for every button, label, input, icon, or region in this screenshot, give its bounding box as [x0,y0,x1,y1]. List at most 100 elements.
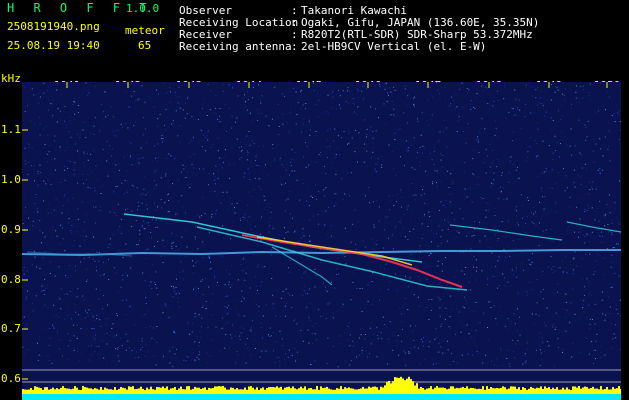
noise-speckle [60,308,62,310]
noise-speckle [453,360,455,362]
noise-speckle [175,287,177,288]
noise-speckle [136,244,137,246]
noise-speckle [258,306,260,308]
signal-level-bar [266,388,268,394]
noise-speckle [569,145,571,147]
noise-speckle [526,290,528,292]
noise-speckle [481,85,483,87]
noise-speckle [418,305,420,307]
noise-speckle [247,191,249,193]
noise-speckle [236,351,238,352]
noise-speckle [603,217,605,219]
noise-speckle [551,188,553,189]
noise-speckle [530,112,532,114]
noise-speckle [461,106,463,108]
noise-speckle [117,348,118,350]
freq-tick-1-1: 1.1 [1,123,21,136]
signal-level-bar [126,389,128,394]
noise-speckle [190,183,192,185]
signal-level-bar [610,389,612,394]
noise-speckle [106,343,108,345]
noise-speckle [333,205,335,207]
noise-speckle [332,277,334,279]
noise-speckle [169,305,171,307]
noise-speckle [487,103,489,104]
noise-speckle [151,288,153,289]
noise-speckle [215,112,217,114]
noise-speckle [282,290,284,292]
noise-speckle [495,127,497,129]
noise-speckle [368,257,370,258]
noise-speckle [367,300,369,302]
noise-speckle [608,129,609,131]
noise-speckle [280,297,282,299]
noise-speckle [281,338,283,340]
noise-speckle [441,305,443,307]
noise-speckle [354,151,356,153]
noise-speckle [304,240,306,242]
noise-speckle [248,173,250,175]
noise-speckle [228,347,230,349]
noise-speckle [549,228,551,230]
noise-speckle [536,143,538,144]
signal-level-bar [472,388,474,394]
noise-speckle [514,209,516,211]
signal-level-baseline [22,394,621,400]
signal-level-bar [40,388,42,394]
noise-speckle [139,230,141,232]
noise-speckle [305,166,307,168]
noise-speckle [313,215,315,217]
noise-speckle [70,291,72,292]
noise-speckle [236,138,238,140]
noise-speckle [198,345,200,347]
noise-speckle [240,150,242,152]
noise-speckle [391,234,393,236]
noise-speckle [246,159,248,161]
signal-level-bar [322,388,324,394]
noise-speckle [59,298,61,300]
noise-speckle [87,279,89,281]
noise-speckle [537,129,539,130]
noise-speckle [93,150,95,152]
noise-speckle [115,214,117,216]
signal-level-bar [130,386,132,394]
noise-speckle [140,194,142,196]
noise-speckle [62,355,63,357]
noise-speckle [258,112,259,114]
signal-level-bar [274,387,276,394]
noise-speckle [392,350,394,351]
noise-speckle [270,217,272,219]
noise-speckle [73,174,75,176]
noise-speckle [250,327,252,329]
noise-speckle [285,308,287,310]
noise-speckle [528,146,530,148]
signal-level-bar [566,387,568,394]
noise-speckle [153,338,155,340]
noise-speckle [138,162,140,164]
noise-speckle [349,322,350,324]
noise-speckle [157,160,159,162]
noise-speckle [521,218,523,219]
noise-speckle [309,122,310,124]
noise-speckle [47,134,49,136]
noise-speckle [393,168,395,170]
noise-speckle [517,166,518,168]
noise-speckle [407,209,409,211]
noise-speckle [144,101,146,103]
noise-speckle [504,198,505,200]
freq-tick-0-7: 0.7 [1,322,21,335]
noise-speckle [88,309,90,311]
noise-speckle [444,275,446,277]
signal-level-bar [248,386,250,394]
noise-speckle [494,134,496,136]
noise-speckle [279,365,281,367]
noise-speckle [446,146,448,148]
spectrogram-canvas [22,82,621,400]
noise-speckle [205,307,207,309]
noise-speckle [486,155,488,157]
noise-speckle [294,170,296,172]
signal-level-bar [148,389,150,394]
noise-speckle [512,108,514,110]
noise-speckle [126,314,127,316]
noise-speckle [554,91,556,93]
